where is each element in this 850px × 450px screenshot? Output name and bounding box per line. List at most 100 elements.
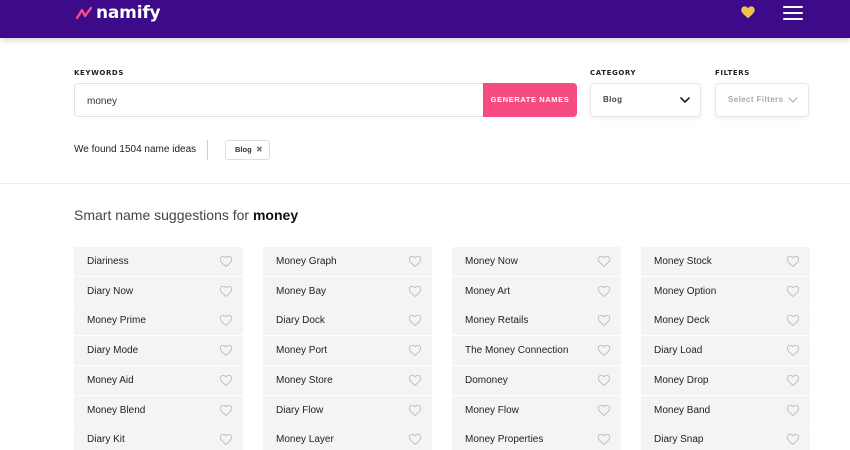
chevron-down-icon	[788, 97, 798, 103]
heart-outline-icon[interactable]	[598, 434, 610, 446]
name-suggestion-label: Money Store	[276, 374, 333, 386]
name-suggestion-label: Money Aid	[87, 374, 134, 386]
name-suggestion-card[interactable]: Money Properties	[452, 425, 621, 450]
category-select-value: Blog	[603, 95, 623, 104]
name-suggestion-label: Diariness	[87, 256, 129, 267]
name-suggestion-card[interactable]: The Money Connection	[452, 336, 621, 366]
name-suggestion-label: Money Graph	[276, 256, 337, 267]
heart-outline-icon[interactable]	[787, 374, 799, 386]
name-suggestion-label: The Money Connection	[465, 345, 569, 357]
heart-outline-icon[interactable]	[598, 374, 610, 386]
name-suggestion-label: Money Layer	[276, 434, 334, 446]
name-suggestion-label: Diary Kit	[87, 434, 125, 446]
name-suggestion-card[interactable]: Money Flow	[452, 395, 621, 425]
name-suggestion-label: Diary Load	[654, 345, 703, 357]
heart-outline-icon[interactable]	[220, 404, 232, 416]
suggestions-title: Smart name suggestions for money	[74, 207, 298, 223]
heart-outline-icon[interactable]	[220, 256, 232, 267]
name-suggestion-card[interactable]: Money Layer	[263, 425, 432, 450]
top-navbar: namify	[0, 0, 850, 38]
name-suggestion-card[interactable]: Diariness	[74, 247, 243, 276]
logo[interactable]: namify	[76, 2, 161, 24]
name-suggestion-card[interactable]: Diary Mode	[74, 336, 243, 366]
name-suggestion-card[interactable]: Diary Kit	[74, 425, 243, 450]
name-suggestion-label: Money Drop	[654, 374, 709, 386]
heart-outline-icon[interactable]	[409, 374, 421, 386]
hamburger-menu-icon[interactable]	[783, 6, 803, 20]
name-suggestion-card[interactable]: Diary Snap	[641, 425, 810, 450]
name-suggestion-card[interactable]: Money Art	[452, 276, 621, 306]
heart-outline-icon[interactable]	[598, 256, 610, 267]
heart-outline-icon[interactable]	[220, 315, 232, 327]
keywords-label: KEYWORDS	[74, 69, 124, 77]
name-suggestion-card[interactable]: Diary Flow	[263, 395, 432, 425]
heart-outline-icon[interactable]	[787, 285, 799, 297]
name-suggestion-label: Diary Flow	[276, 404, 324, 416]
name-suggestion-card[interactable]: Money Store	[263, 365, 432, 395]
name-suggestion-label: Money Art	[465, 285, 511, 297]
filters-select[interactable]: Select Filters	[715, 83, 809, 117]
name-suggestion-label: Domoney	[465, 374, 508, 386]
name-suggestion-card[interactable]: Money Band	[641, 395, 810, 425]
heart-outline-icon[interactable]	[409, 256, 421, 267]
name-suggestion-label: Diary Mode	[87, 345, 139, 357]
heart-outline-icon[interactable]	[409, 404, 421, 416]
category-label: CATEGORY	[590, 69, 637, 77]
heart-outline-icon[interactable]	[787, 434, 799, 446]
keyword-input[interactable]	[87, 93, 467, 109]
heart-outline-icon[interactable]	[220, 434, 232, 446]
name-suggestion-card[interactable]: Money Deck	[641, 306, 810, 336]
remove-tag-icon[interactable]: ✖	[256, 141, 263, 159]
name-suggestion-label: Money Bay	[276, 285, 327, 297]
heart-outline-icon[interactable]	[220, 374, 232, 386]
active-filter-tag[interactable]: Blog ✖	[225, 140, 270, 160]
name-suggestion-card[interactable]: Money Option	[641, 276, 810, 306]
name-suggestion-card[interactable]: Money Prime	[74, 306, 243, 336]
heart-outline-icon[interactable]	[598, 315, 610, 327]
heart-outline-icon[interactable]	[409, 315, 421, 327]
heart-outline-icon[interactable]	[598, 404, 610, 416]
suggestions-title-keyword: money	[252, 207, 299, 223]
tag-label: Blog	[235, 145, 252, 154]
name-suggestion-card[interactable]: Diary Dock	[263, 306, 432, 336]
name-suggestion-label: Money Deck	[654, 315, 710, 327]
heart-outline-icon[interactable]	[598, 285, 610, 297]
heart-outline-icon[interactable]	[787, 256, 799, 267]
chevron-down-icon	[680, 97, 690, 103]
name-suggestion-card[interactable]: Money Retails	[452, 306, 621, 336]
name-suggestion-label: Money Band	[654, 404, 711, 416]
name-suggestion-card[interactable]: Money Blend	[74, 395, 243, 425]
name-suggestion-label: Money Port	[276, 345, 328, 357]
name-suggestion-card[interactable]: Money Aid	[74, 365, 243, 395]
name-suggestion-card[interactable]: Money Port	[263, 336, 432, 366]
name-suggestion-label: Money Option	[654, 285, 717, 297]
heart-outline-icon[interactable]	[220, 285, 232, 297]
heart-outline-icon[interactable]	[409, 345, 421, 357]
heart-outline-icon[interactable]	[598, 345, 610, 357]
name-suggestion-card[interactable]: Money Graph	[263, 247, 432, 276]
heart-outline-icon[interactable]	[787, 345, 799, 357]
heart-icon[interactable]	[741, 6, 755, 19]
category-select[interactable]: Blog	[590, 83, 701, 117]
name-suggestion-card[interactable]: Money Bay	[263, 276, 432, 306]
namify-logo-icon	[76, 6, 92, 20]
name-suggestion-label: Money Properties	[465, 434, 544, 446]
generate-names-button[interactable]: GENERATE NAMES	[483, 83, 577, 117]
name-suggestion-card[interactable]: Money Stock	[641, 247, 810, 276]
filters-label: FILTERS	[715, 69, 750, 77]
divider	[207, 140, 208, 160]
heart-outline-icon[interactable]	[787, 404, 799, 416]
name-suggestion-card[interactable]: Money Now	[452, 247, 621, 276]
heart-outline-icon[interactable]	[409, 434, 421, 446]
name-suggestion-label: Money Blend	[87, 404, 146, 416]
filters-select-placeholder: Select Filters	[728, 95, 784, 104]
name-suggestion-card[interactable]: Domoney	[452, 365, 621, 395]
name-suggestion-label: Diary Now	[87, 285, 134, 297]
results-count: We found 1504 name ideas	[74, 144, 197, 155]
heart-outline-icon[interactable]	[787, 315, 799, 327]
name-suggestion-card[interactable]: Diary Now	[74, 276, 243, 306]
name-suggestion-card[interactable]: Diary Load	[641, 336, 810, 366]
heart-outline-icon[interactable]	[220, 345, 232, 357]
heart-outline-icon[interactable]	[409, 285, 421, 297]
name-suggestion-card[interactable]: Money Drop	[641, 365, 810, 395]
